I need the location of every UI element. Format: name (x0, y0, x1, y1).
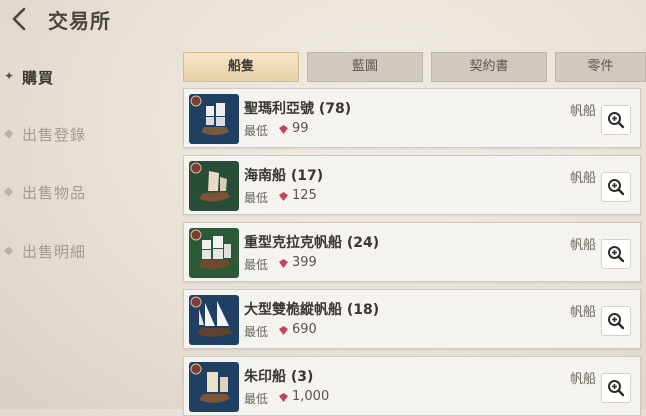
magnifier-plus-icon (608, 179, 625, 196)
page-title: 交易所 (48, 9, 111, 33)
magnifier-plus-icon (608, 313, 625, 330)
ship-name: 大型雙桅縱帆船 (18) (244, 302, 380, 318)
inspect-button[interactable] (601, 172, 631, 202)
list-item[interactable]: 朱印船 (3) 最低 1,000 帆船 (183, 356, 641, 416)
magnifier-plus-icon (608, 246, 625, 263)
list-item[interactable]: 聖瑪利亞號 (78) 最低 99 帆船 (183, 88, 641, 148)
ship-name: 重型克拉克帆船 (24) (244, 235, 380, 251)
ship-thumbnail (189, 362, 239, 412)
min-price-label: 最低 (244, 124, 269, 138)
min-price-value: 399 (292, 255, 317, 270)
ship-name: 朱印船 (3) (244, 369, 314, 385)
magnifier-plus-icon (608, 380, 625, 397)
ship-name: 海南船 (17) (244, 168, 324, 184)
inspect-button[interactable] (601, 105, 631, 135)
sidebar-item-label: 出售物品 (22, 184, 87, 202)
ship-thumbnail (189, 161, 239, 211)
min-price-label: 最低 (244, 258, 269, 272)
inspect-button[interactable] (601, 373, 631, 403)
min-price-value: 1,000 (292, 389, 330, 404)
min-price-label: 最低 (244, 325, 269, 339)
ship-type: 帆船 (570, 238, 597, 253)
sidebar-item-buy[interactable]: ✦ 購買 (4, 65, 174, 91)
sidebar-item-label: 出售明細 (22, 243, 87, 261)
min-price-value: 99 (292, 121, 309, 136)
ship-thumbnail (189, 295, 239, 345)
diamond-bullet-icon: ◆ (4, 126, 14, 140)
sidebar-item-label: 購買 (22, 69, 55, 87)
diamond-bullet-icon: ✦ (4, 69, 15, 83)
gem-icon (279, 259, 288, 268)
ship-type: 帆船 (570, 171, 597, 186)
ship-type: 帆船 (570, 305, 597, 320)
inspect-button[interactable] (601, 306, 631, 336)
ship-type: 帆船 (570, 104, 597, 119)
min-price-label: 最低 (244, 392, 269, 406)
ship-thumbnail (189, 94, 239, 144)
tab-contracts[interactable]: 契約書 (431, 52, 547, 82)
diamond-bullet-icon: ◆ (4, 243, 14, 257)
diamond-bullet-icon: ◆ (4, 184, 14, 198)
min-price-label: 最低 (244, 191, 269, 205)
ship-type: 帆船 (570, 372, 597, 387)
magnifier-plus-icon (608, 112, 625, 129)
tab-blueprints[interactable]: 藍圖 (307, 52, 423, 82)
sidebar-item-sell-items[interactable]: ◆ 出售物品 (4, 180, 174, 206)
gem-icon (279, 326, 288, 335)
sidebar-item-sell-register[interactable]: ◆ 出售登錄 (4, 122, 174, 148)
ship-name: 聖瑪利亞號 (78) (244, 101, 352, 117)
category-tabs: 船隻 藍圖 契約書 零件 (183, 52, 646, 82)
gem-icon (279, 192, 288, 201)
list-item[interactable]: 大型雙桅縱帆船 (18) 最低 690 帆船 (183, 289, 641, 349)
ship-thumbnail (189, 228, 239, 278)
sidebar-item-sell-details[interactable]: ◆ 出售明細 (4, 239, 174, 265)
sidebar-item-label: 出售登錄 (22, 126, 87, 144)
tab-ships[interactable]: 船隻 (183, 52, 299, 82)
header-bar: 交易所 (0, 0, 646, 38)
list-item[interactable]: 重型克拉克帆船 (24) 最低 399 帆船 (183, 222, 641, 282)
back-button[interactable] (6, 5, 34, 33)
chevron-left-icon (12, 7, 26, 31)
min-price-value: 125 (292, 188, 317, 203)
tab-parts[interactable]: 零件 (555, 52, 646, 82)
gem-icon (279, 393, 288, 402)
list-item[interactable]: 海南船 (17) 最低 125 帆船 (183, 155, 641, 215)
gem-icon (279, 125, 288, 134)
min-price-value: 690 (292, 322, 317, 337)
inspect-button[interactable] (601, 239, 631, 269)
